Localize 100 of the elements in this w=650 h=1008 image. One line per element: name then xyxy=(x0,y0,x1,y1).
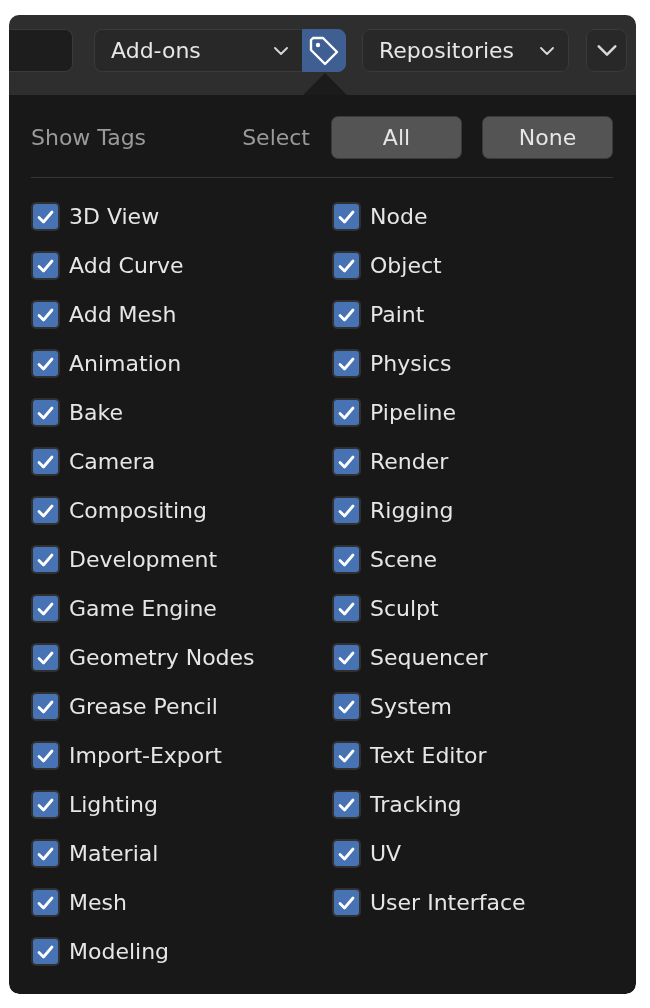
checkbox-label: Modeling xyxy=(69,938,170,966)
checkbox-label: Pipeline xyxy=(370,399,457,427)
checkbox[interactable] xyxy=(332,349,361,378)
checkbox-label: Import-Export xyxy=(69,742,222,770)
checkbox[interactable] xyxy=(332,398,361,427)
checkbox[interactable] xyxy=(31,251,60,280)
checkbox-label: Bake xyxy=(69,399,124,427)
checkbox-label: Physics xyxy=(370,350,452,378)
checkbox-label: Development xyxy=(69,546,218,574)
checkbox[interactable] xyxy=(31,888,60,917)
checkbox-label: Lighting xyxy=(69,791,158,819)
checkbox[interactable] xyxy=(31,398,60,427)
checkbox[interactable] xyxy=(31,300,60,329)
check-icon xyxy=(37,699,54,714)
repository-dropdown[interactable]: Repositories xyxy=(362,29,569,72)
checkbox[interactable] xyxy=(31,692,60,721)
checkbox[interactable] xyxy=(31,594,60,623)
checkbox-label: Mesh xyxy=(69,889,127,917)
check-icon xyxy=(338,405,355,420)
checkbox-label: Animation xyxy=(69,350,182,378)
checkbox[interactable] xyxy=(332,888,361,917)
check-icon xyxy=(37,846,54,861)
check-icon xyxy=(37,307,54,322)
checkbox[interactable] xyxy=(31,496,60,525)
check-icon xyxy=(37,258,54,273)
checkbox-label: Scene xyxy=(370,546,438,574)
check-icon xyxy=(37,552,54,567)
check-icon xyxy=(338,895,355,910)
chevron-down-icon xyxy=(596,45,617,56)
checkbox[interactable] xyxy=(31,202,60,231)
category-dropdown[interactable]: Add-ons xyxy=(94,29,302,72)
check-icon xyxy=(37,797,54,812)
checkbox[interactable] xyxy=(31,937,60,966)
checkbox[interactable] xyxy=(332,741,361,770)
checkbox-label: Sequencer xyxy=(370,644,488,672)
check-icon xyxy=(37,650,54,665)
check-icon xyxy=(338,356,355,371)
check-icon xyxy=(338,650,355,665)
checkbox[interactable] xyxy=(332,839,361,868)
checkbox-label: Render xyxy=(370,448,449,476)
checkbox[interactable] xyxy=(332,643,361,672)
checkbox[interactable] xyxy=(31,643,60,672)
check-icon xyxy=(338,209,355,224)
checkbox[interactable] xyxy=(31,447,60,476)
check-icon xyxy=(338,258,355,273)
checkbox-label: Tracking xyxy=(370,791,462,819)
checkbox[interactable] xyxy=(31,790,60,819)
checkbox-label: Object xyxy=(370,252,442,280)
check-icon xyxy=(37,209,54,224)
check-icon xyxy=(37,356,54,371)
check-icon xyxy=(37,895,54,910)
checkbox-label: Rigging xyxy=(370,497,454,525)
checkbox-label: System xyxy=(370,693,453,721)
checkbox[interactable] xyxy=(332,300,361,329)
check-icon xyxy=(37,748,54,763)
checkbox[interactable] xyxy=(332,251,361,280)
check-icon xyxy=(338,552,355,567)
checkbox[interactable] xyxy=(332,447,361,476)
checkbox-label: 3D View xyxy=(69,203,160,231)
checkbox-label: Add Mesh xyxy=(69,301,177,329)
checkbox-label: Text Editor xyxy=(370,742,487,770)
checkbox-label: Compositing xyxy=(69,497,207,525)
text-field[interactable] xyxy=(9,29,73,72)
checkbox[interactable] xyxy=(31,839,60,868)
checkbox[interactable] xyxy=(332,545,361,574)
checkbox[interactable] xyxy=(31,545,60,574)
checkbox[interactable] xyxy=(332,594,361,623)
checkbox-label: User Interface xyxy=(370,889,526,917)
tag-icon xyxy=(308,34,340,67)
checkbox-label: Material xyxy=(69,840,159,868)
checkbox-label: Sculpt xyxy=(370,595,439,623)
checkbox-label: Camera xyxy=(69,448,156,476)
expand-button[interactable] xyxy=(586,29,627,72)
check-icon xyxy=(338,307,355,322)
check-icon xyxy=(338,601,355,616)
checkbox-label: UV xyxy=(370,840,402,868)
select-label: Select xyxy=(242,124,310,152)
checkbox-label: Paint xyxy=(370,301,425,329)
tags-button[interactable] xyxy=(302,29,346,72)
popup-title: Show Tags xyxy=(31,124,147,152)
check-icon xyxy=(37,601,54,616)
checkbox[interactable] xyxy=(332,790,361,819)
checkbox[interactable] xyxy=(332,496,361,525)
select-all-button[interactable]: All xyxy=(331,116,462,159)
check-icon xyxy=(338,846,355,861)
checkbox-label: Add Curve xyxy=(69,252,184,280)
checkbox[interactable] xyxy=(31,349,60,378)
check-icon xyxy=(338,748,355,763)
checkbox-label: Grease Pencil xyxy=(69,693,218,721)
checkbox[interactable] xyxy=(332,202,361,231)
checkbox-label: Node xyxy=(370,203,428,231)
check-icon xyxy=(37,944,54,959)
checkbox[interactable] xyxy=(31,741,60,770)
chevron-down-icon xyxy=(540,46,554,55)
check-icon xyxy=(37,405,54,420)
check-icon xyxy=(338,699,355,714)
checkbox[interactable] xyxy=(332,692,361,721)
checkbox-label: Geometry Nodes xyxy=(69,644,255,672)
select-none-button[interactable]: None xyxy=(482,116,613,159)
checkbox-label: Game Engine xyxy=(69,595,217,623)
